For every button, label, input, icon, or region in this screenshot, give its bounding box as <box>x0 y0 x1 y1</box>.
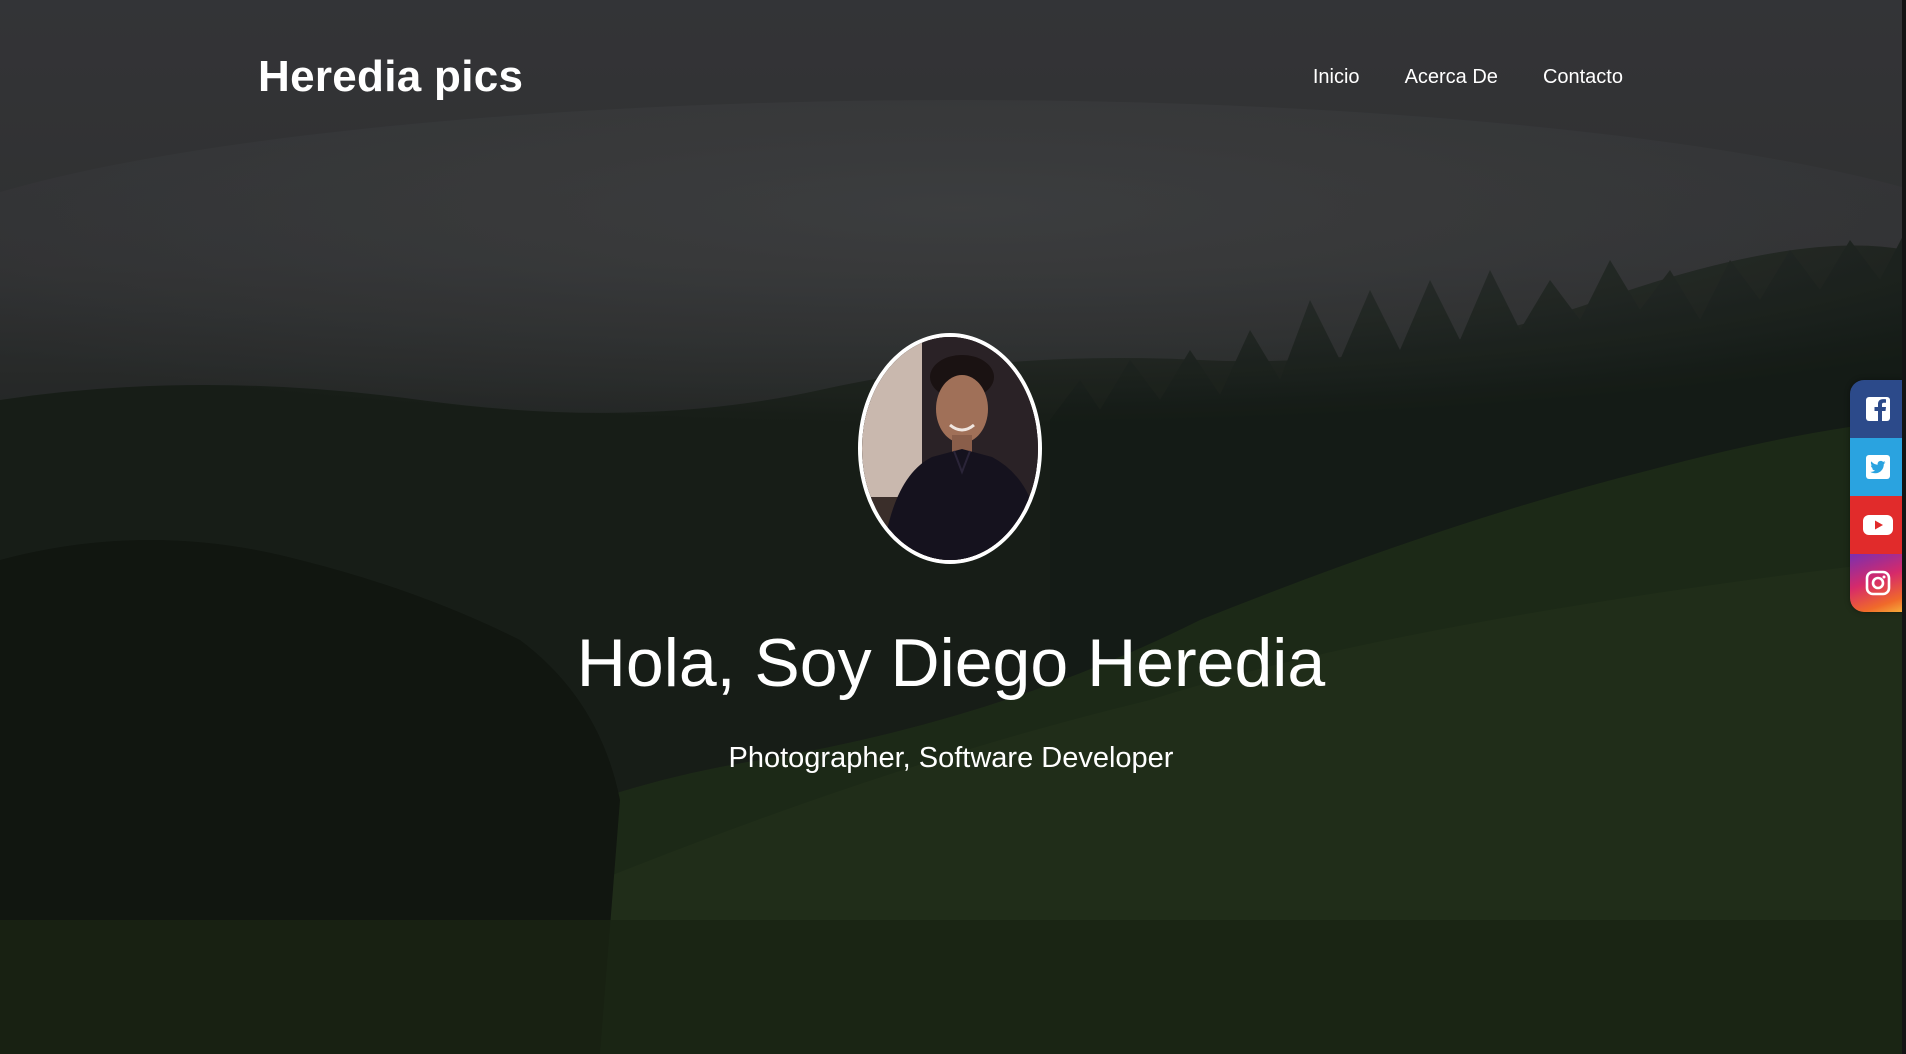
nav-link-contacto[interactable]: Contacto <box>1543 66 1623 88</box>
scrollbar-edge <box>1902 0 1906 1054</box>
youtube-icon <box>1863 515 1893 535</box>
twitter-link[interactable] <box>1850 438 1906 496</box>
profile-avatar <box>858 333 1042 564</box>
navbar: Heredia pics Inicio Acerca De Contacto <box>0 0 1906 160</box>
brand-logo-text[interactable]: Heredia pics <box>258 52 523 102</box>
youtube-link[interactable] <box>1850 496 1906 554</box>
portrait-photo-icon <box>862 337 1038 560</box>
nav-link-acerca-de[interactable]: Acerca De <box>1405 66 1498 88</box>
hero-section: Heredia pics Inicio Acerca De Contacto H… <box>0 0 1906 1054</box>
nav-link-inicio[interactable]: Inicio <box>1313 66 1360 88</box>
nav-item-inicio: Inicio <box>1313 66 1360 89</box>
nav-links: Inicio Acerca De Contacto <box>1313 66 1623 89</box>
facebook-link[interactable] <box>1850 380 1906 438</box>
facebook-icon <box>1866 397 1890 421</box>
instagram-link[interactable] <box>1850 554 1906 612</box>
nav-item-contacto: Contacto <box>1543 66 1623 89</box>
twitter-icon <box>1866 455 1890 479</box>
instagram-icon <box>1865 570 1891 596</box>
hero-subtitle: Photographer, Software Developer <box>728 742 1174 774</box>
nav-item-acerca-de: Acerca De <box>1405 66 1498 89</box>
hero-title: Hola, Soy Diego Heredia <box>576 625 1326 701</box>
social-media-bar <box>1850 380 1906 612</box>
